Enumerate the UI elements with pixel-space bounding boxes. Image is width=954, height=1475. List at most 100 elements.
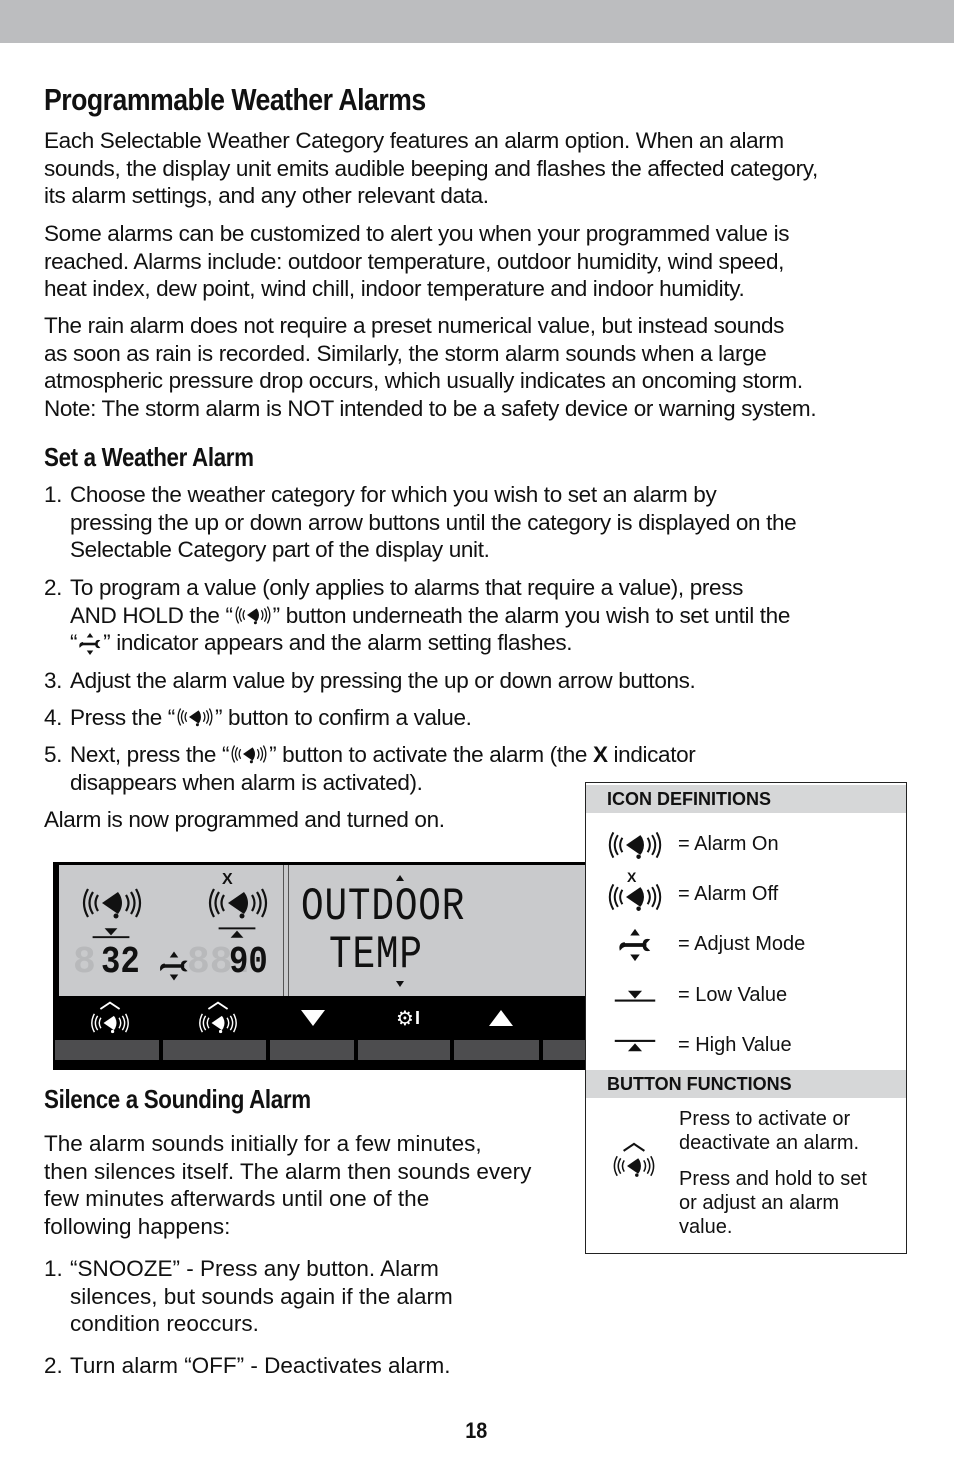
step-number: 2. (44, 575, 63, 600)
button-function-set-value: Press and hold to set or adjust an alarm… (679, 1167, 899, 1239)
alarm-low-button[interactable] (75, 996, 145, 1040)
page-number: 18 (465, 1418, 488, 1443)
icon-definitions-header: ICON DEFINITIONS (586, 785, 906, 813)
button-slot (270, 1040, 354, 1060)
item-number: 1. (44, 1256, 63, 1281)
text-fragment: ” button to confirm a value. (214, 705, 472, 730)
text-fragment: Press the “ (70, 705, 175, 730)
category-line-2: TEMP (329, 929, 423, 981)
alarm-bell-icon (196, 1010, 240, 1036)
section-heading-silence-alarm: Silence a Sounding Alarm (44, 1084, 311, 1114)
silence-item-2: 2. Turn alarm “OFF” - Deactivates alarm. (44, 1352, 914, 1380)
intro-paragraph-3: The rain alarm does not require a preset… (44, 312, 817, 423)
header-label: BUTTON FUNCTIONS (607, 1074, 792, 1094)
down-arrow-button[interactable] (293, 996, 333, 1040)
text-fragment: indicator (607, 742, 696, 767)
up-arrow-icon (489, 1010, 513, 1026)
lcd-screen: X 8. 32 88. 90 OUTDOOR TEMP (59, 865, 586, 996)
text-line: Some alarms can be customized to alert y… (44, 221, 790, 246)
text-line: Each Selectable Weather Category feature… (44, 128, 784, 153)
adjust-mode-icon (616, 926, 654, 964)
text-line: The alarm sounds initially for a few min… (44, 1131, 482, 1156)
alarm-bell-icon (233, 603, 273, 627)
text-line: Choose the weather category for which yo… (70, 482, 717, 507)
high-value-readout: 90 (229, 941, 268, 984)
header-label: ICON DEFINITIONS (607, 789, 772, 809)
alarm-values-panel: X 8. 32 88. 90 (59, 865, 283, 996)
selectable-category-panel: OUTDOOR TEMP (289, 865, 586, 996)
alarm-bell-icon (229, 742, 269, 766)
page-title: Programmable Weather Alarms (44, 82, 426, 117)
text-line: Note: The storm alarm is NOT intended to… (44, 396, 817, 422)
step-number: 5. (44, 742, 63, 767)
silence-item-1: 1. “SNOOZE” - Press any button. Alarm sil… (44, 1255, 914, 1338)
text-line: “SNOOZE” - Press any button. Alarm (70, 1256, 439, 1281)
text-line: value. (679, 1216, 733, 1238)
text-line: heat index, dew point, wind chill, indoo… (44, 276, 745, 302)
caret-up-icon (621, 1141, 647, 1152)
definition-label: = Alarm Off (678, 883, 779, 905)
button-row: ⚙ I (53, 996, 586, 1070)
up-arrow-button[interactable] (481, 996, 521, 1040)
definition-label: = High Value (678, 1034, 792, 1056)
intro-paragraph-1: Each Selectable Weather Category feature… (44, 127, 818, 210)
text-line: following happens: (44, 1214, 231, 1240)
step-3: 3. Adjust the alarm value by pressing the… (44, 667, 914, 695)
item-number: 2. (44, 1353, 63, 1378)
silence-paragraph: The alarm sounds initially for a few min… (44, 1130, 531, 1241)
text-line: pressing the up or down arrow buttons un… (70, 509, 797, 535)
text-line: silences, but sounds again if the alarm (70, 1283, 453, 1309)
text-line: Turn alarm “OFF” - Deactivates alarm. (70, 1353, 451, 1378)
button-slot (454, 1040, 539, 1060)
step-4: 4. Press the “ ” button to confirm a value… (44, 704, 914, 732)
settings-button[interactable]: ⚙ I (383, 996, 433, 1040)
low-value-readout: 32 (101, 941, 140, 984)
button-slot (543, 1040, 586, 1060)
low-value-icon (91, 925, 131, 941)
text-line: as soon as rain is recorded. Similarly, … (44, 340, 767, 366)
text-line: then silences itself. The alarm then sou… (44, 1158, 532, 1184)
text-fragment: AND HOLD the “ (70, 602, 233, 628)
alarm-high-button[interactable] (183, 996, 253, 1040)
alarm-off-icon (205, 883, 271, 923)
text-fragment: Next, press the “ (70, 742, 230, 767)
button-function-activate: Press to activate or deactivate an alarm… (679, 1107, 899, 1155)
low-value-icon (613, 987, 657, 1005)
adjust-mode-icon (77, 630, 103, 658)
definition-row-alarm-on: = Alarm On (586, 825, 906, 865)
step-number: 3. (44, 668, 63, 693)
text-line: Press to activate or (679, 1108, 851, 1130)
step-2: 2. To program a value (only applies to al… (44, 574, 914, 658)
button-functions-header: BUTTON FUNCTIONS (586, 1070, 906, 1098)
text-line: To program a value (only applies to alar… (70, 575, 743, 600)
button-function-icon (608, 1141, 660, 1180)
button-slot (163, 1040, 266, 1060)
down-arrow-icon (301, 1010, 325, 1026)
intro-paragraph-2: Some alarms can be customized to alert y… (44, 220, 790, 303)
alarm-bell-icon (609, 1152, 659, 1180)
alarm-on-icon (604, 827, 666, 863)
definition-label: = Alarm On (678, 833, 779, 855)
definition-row-low-value: = Low Value (586, 976, 906, 1016)
display-unit-illustration: X 8. 32 88. 90 OUTDOOR TEMP ⚙ I (53, 862, 586, 1070)
category-line-1: OUTDOOR (301, 881, 466, 933)
text-line: or adjust an alarm (679, 1192, 840, 1214)
alarm-on-icon (79, 883, 145, 923)
step-number: 1. (44, 482, 63, 507)
definition-row-adjust-mode: = Adjust Mode (586, 925, 906, 965)
high-value-icon (613, 1037, 657, 1055)
alarm-bell-icon (175, 705, 215, 729)
text-fragment: ” button to activate the alarm (the (269, 742, 593, 767)
text-line: Press and hold to set (679, 1168, 867, 1190)
text-line: few minutes afterwards until one of the (44, 1186, 430, 1212)
definition-row-alarm-off: X = Alarm Off (586, 869, 906, 915)
caret-up-icon (98, 1000, 122, 1010)
step-1: 1. Choose the weather category for which … (44, 481, 914, 564)
section-heading-set-alarm: Set a Weather Alarm (44, 442, 254, 472)
alarm-bell-icon (88, 1010, 132, 1036)
text-line: its alarm settings, and any other releva… (44, 183, 489, 209)
text-fragment: “ (70, 630, 78, 656)
definition-row-high-value: = High Value (586, 1026, 906, 1066)
text-fragment: ” button underneath the alarm you wish t… (272, 602, 791, 628)
page-header-bar (0, 0, 954, 43)
